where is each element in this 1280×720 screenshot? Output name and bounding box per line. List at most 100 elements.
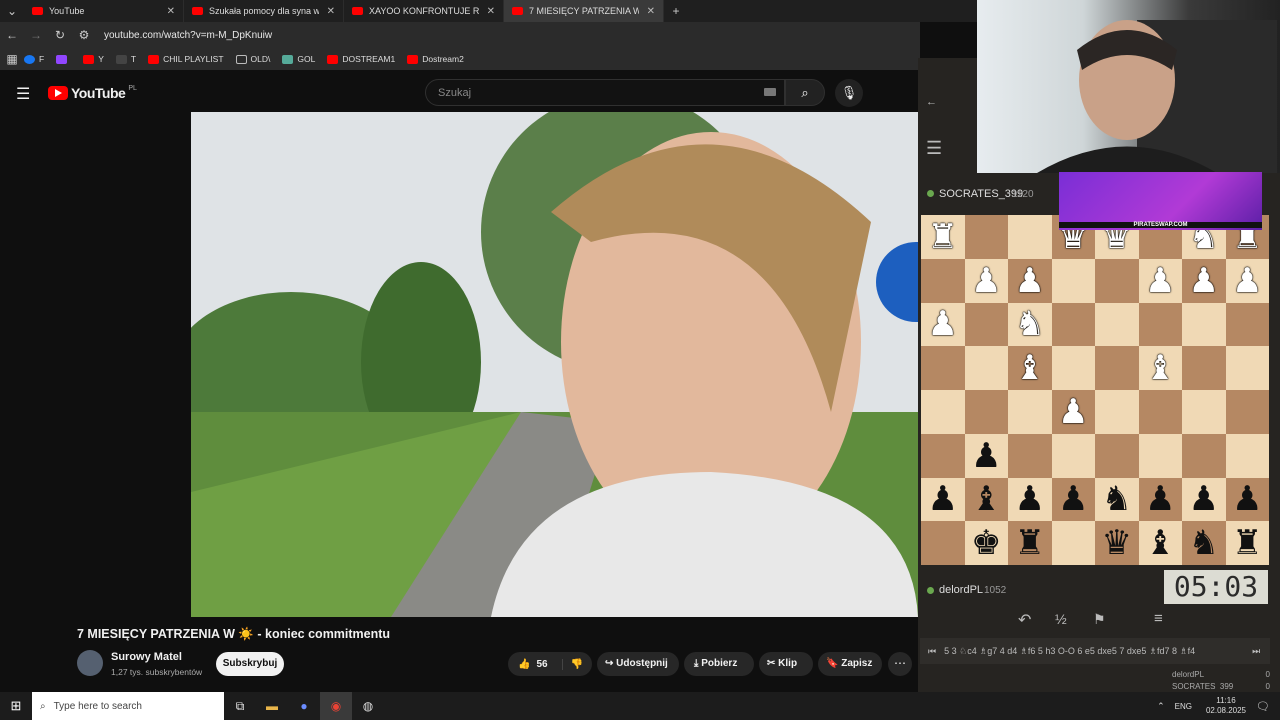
takeback-icon[interactable]: ↶ [1018,610,1031,630]
bookmark-item[interactable]: Dostream2 [407,54,464,64]
tab-4[interactable]: 7 MIESIĘCY PATRZENIA W ✕ [504,0,664,22]
board-square[interactable] [921,258,965,303]
bookmark-item[interactable] [56,54,71,64]
close-icon[interactable]: ✕ [481,6,495,17]
white-pawn-icon[interactable]: ♟ [1232,264,1262,298]
bookmark-item[interactable]: Y [83,54,104,64]
board-square[interactable] [1182,390,1226,434]
search-button[interactable]: ⌕ [785,79,825,106]
search-input[interactable]: Szukaj [425,79,785,106]
bottom-player-name[interactable]: delordPL [939,584,983,596]
task-view-icon[interactable]: ⧉ [224,699,256,714]
channel-name[interactable]: Surowy Matel [111,651,182,663]
board-square[interactable] [1225,302,1269,347]
subscribe-button[interactable]: Subskrybuj [216,652,284,676]
more-icon[interactable]: ⋯ [888,652,912,676]
black-bishop-icon[interactable]: ♝ [971,482,1001,516]
board-square[interactable] [1182,433,1226,478]
close-icon[interactable]: ✕ [641,6,655,17]
clock[interactable]: 11:16 02.08.2025 [1206,696,1256,716]
black-pawn-icon[interactable]: ♟ [1015,482,1045,516]
board-square[interactable]: ♟ [921,302,965,347]
board-square[interactable]: ♜ [921,215,965,259]
file-explorer-icon[interactable]: ▬ [256,699,288,713]
keyboard-icon[interactable] [764,88,776,96]
white-pawn-icon[interactable]: ♟ [1058,395,1088,429]
avatar[interactable] [77,650,103,676]
board-square[interactable] [1182,346,1226,390]
chess-board[interactable]: ♜ ♛ ♛ ♞ ♜ ♟ ♟ ♟ ♟ ♟ ♟ ♞ ♝ ♝ ♟ ♟ ♟ ♝ ♟ ♟ ♞ ♟ ♟ ♟ ♚ ♜ ♛ ♝ ♞ ♜ [921,215,1269,565]
board-square[interactable] [964,215,1008,259]
white-knight-icon[interactable]: ♞ [1015,307,1045,341]
board-square[interactable]: ♟ [1008,258,1052,303]
youtube-logo[interactable]: YouTube PL [48,85,137,101]
notification-icon[interactable]: 🗨 [1256,700,1280,713]
board-square[interactable] [1095,433,1139,478]
menu-icon[interactable]: ☰ [16,84,30,104]
share-button[interactable]: ↪ Udostępnij [597,652,679,676]
board-square[interactable]: ♝ [964,477,1008,522]
white-bishop-icon[interactable]: ♝ [1015,351,1045,385]
resign-flag-icon[interactable]: ⚑ [1093,611,1106,628]
black-rook-icon[interactable]: ♜ [1232,526,1262,560]
clip-button[interactable]: ✂ Klip [759,652,813,676]
board-square[interactable] [921,521,965,565]
board-square[interactable] [964,346,1008,390]
board-square[interactable] [1051,302,1095,347]
board-square[interactable] [921,433,965,478]
board-square[interactable] [1225,433,1269,478]
like-icon[interactable]: 👍 [518,659,530,670]
move-list[interactable]: ⏮ 5 3 ♘c4 ♗g7 4 d4 ♗f6 5 h3 O-O 6 e5 dxe… [920,638,1270,664]
black-king-icon[interactable]: ♚ [971,526,1001,560]
board-square[interactable] [1095,258,1139,303]
close-icon[interactable]: ✕ [161,6,175,17]
board-square[interactable] [964,302,1008,347]
tab-menu-icon[interactable]: ⌄ [0,4,24,18]
download-button[interactable]: ⤓ Pobierz [684,652,754,676]
board-square[interactable] [1051,433,1095,478]
board-square[interactable] [1095,390,1139,434]
close-icon[interactable]: ✕ [321,6,335,17]
board-square[interactable]: ♝ [1008,346,1052,390]
board-square[interactable]: ♟ [1138,258,1182,303]
board-square[interactable]: ♜ [1008,521,1052,565]
last-move-icon[interactable]: ⏭ [1244,646,1268,657]
site-info-icon[interactable]: ⚙ [72,28,96,42]
chrome-icon[interactable]: ◉ [320,692,352,720]
black-pawn-icon[interactable]: ♟ [1189,482,1219,516]
black-pawn-icon[interactable]: ♟ [928,482,958,516]
discord-icon[interactable]: ● [288,699,320,713]
board-square[interactable]: ♟ [1182,477,1226,522]
url-field[interactable]: youtube.com/watch?v=m-M_DpKnuiw [104,25,920,45]
tab-2[interactable]: Szukała pomocy dla syna w szp✕ [184,0,344,22]
board-square[interactable] [964,390,1008,434]
back-icon[interactable]: ← [0,28,24,42]
board-square[interactable]: ♛ [1095,521,1139,565]
board-square[interactable]: ♟ [964,258,1008,303]
tab-3[interactable]: XAYOO KONFRONTUJE RYBSO✕ [344,0,504,22]
board-square[interactable]: ♟ [1051,477,1095,522]
black-pawn-icon[interactable]: ♟ [1145,482,1175,516]
board-square[interactable] [921,346,965,390]
board-square[interactable] [1095,302,1139,347]
board-square[interactable]: ♟ [964,433,1008,478]
board-square[interactable] [1051,521,1095,565]
black-knight-icon[interactable]: ♞ [1102,482,1132,516]
board-square[interactable] [1138,390,1182,434]
white-rook-icon[interactable]: ♜ [928,220,958,254]
dislike-icon[interactable]: 👎 [561,658,583,670]
white-pawn-icon[interactable]: ♟ [971,264,1001,298]
reload-icon[interactable]: ↻ [48,28,72,42]
tray-chevron-icon[interactable]: ⌃ [1157,701,1175,712]
board-square[interactable] [1095,346,1139,390]
draw-offer-icon[interactable]: ½ [1055,611,1067,627]
board-square[interactable] [1008,215,1052,259]
board-square[interactable]: ♞ [1182,521,1226,565]
bookmark-item[interactable]: T [115,54,136,64]
board-square[interactable]: ♟ [1008,477,1052,522]
board-square[interactable] [921,390,965,434]
black-queen-icon[interactable]: ♛ [1102,526,1132,560]
back-icon[interactable]: ← [926,96,937,108]
forward-icon[interactable]: → [24,28,48,42]
board-square[interactable] [1138,433,1182,478]
